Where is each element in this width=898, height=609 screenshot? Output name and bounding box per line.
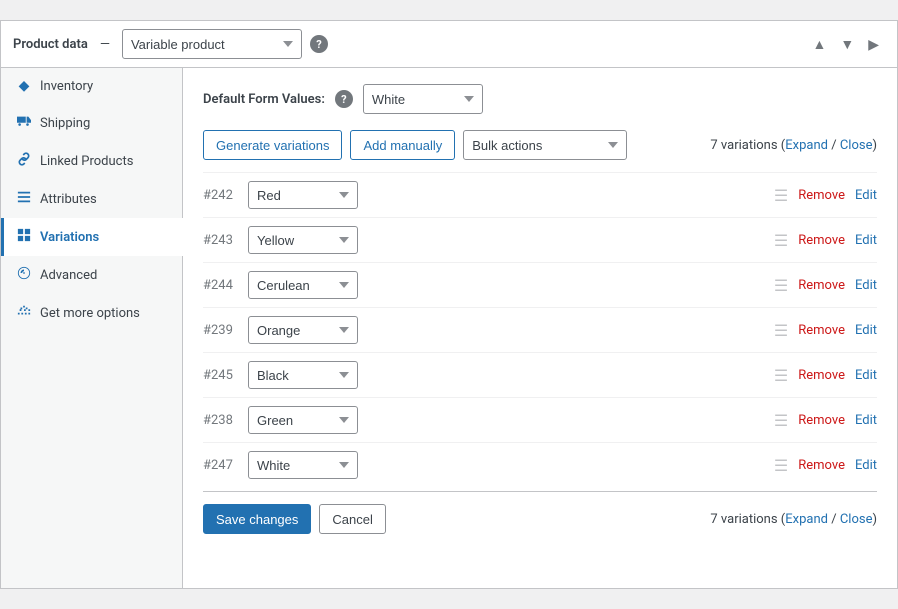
- default-form-select[interactable]: White Any Color Red Yellow Cerulean Oran…: [363, 84, 483, 114]
- variation-id: #245: [203, 368, 238, 383]
- inventory-icon: ◆: [16, 78, 32, 94]
- edit-variation-link[interactable]: Edit: [855, 233, 877, 248]
- drag-handle-icon[interactable]: ☰: [774, 231, 788, 250]
- variation-id: #239: [203, 323, 238, 338]
- variation-color-select[interactable]: Any ColorRedYellowCeruleanOrangeBlackGre…: [248, 361, 358, 389]
- cancel-button[interactable]: Cancel: [319, 504, 385, 534]
- drag-handle-icon[interactable]: ☰: [774, 276, 788, 295]
- drag-handle-icon[interactable]: ☰: [774, 411, 788, 430]
- sidebar-item-label: Shipping: [40, 116, 90, 131]
- default-form-label: Default Form Values:: [203, 92, 325, 107]
- remove-variation-link[interactable]: Remove: [798, 368, 845, 383]
- remove-variation-link[interactable]: Remove: [798, 278, 845, 293]
- variation-color-select[interactable]: Any ColorRedYellowCeruleanOrangeBlackGre…: [248, 451, 358, 479]
- drag-handle-icon[interactable]: ☰: [774, 186, 788, 205]
- drag-handle-icon[interactable]: ☰: [774, 321, 788, 340]
- edit-variation-link[interactable]: Edit: [855, 188, 877, 203]
- sidebar-item-linked-products[interactable]: Linked Products: [1, 142, 182, 180]
- footer-close-link[interactable]: Close: [840, 512, 873, 527]
- bulk-actions-select[interactable]: Bulk actions Delete all variations Set r…: [463, 130, 627, 160]
- table-row: #244 Any ColorRedYellowCeruleanOrangeBlac…: [203, 262, 877, 307]
- edit-variation-link[interactable]: Edit: [855, 458, 877, 473]
- get-more-options-icon: [16, 304, 32, 322]
- product-data-body: ◆ Inventory Shipping Linked Products At: [1, 68, 897, 588]
- variation-color-select[interactable]: Any ColorRedYellowCeruleanOrangeBlackGre…: [248, 226, 358, 254]
- drag-handle-icon[interactable]: ☰: [774, 456, 788, 475]
- variation-color-select[interactable]: Any ColorRedYellowCeruleanOrangeBlackGre…: [248, 406, 358, 434]
- variation-id: #243: [203, 233, 238, 248]
- variations-count: 7 variations (Expand / Close): [710, 138, 877, 153]
- variation-color-select[interactable]: Any ColorRedYellowCeruleanOrangeBlackGre…: [248, 181, 358, 209]
- sidebar-item-label: Attributes: [40, 192, 97, 207]
- attributes-icon: [16, 190, 32, 208]
- close-link[interactable]: Close: [840, 138, 873, 153]
- variation-id: #242: [203, 188, 238, 203]
- remove-variation-link[interactable]: Remove: [798, 413, 845, 428]
- variation-id: #238: [203, 413, 238, 428]
- variations-icon: [16, 228, 32, 246]
- default-form-row: Default Form Values: ? White Any Color R…: [203, 84, 877, 114]
- actions-row: Generate variations Add manually Bulk ac…: [203, 130, 877, 160]
- remove-variation-link[interactable]: Remove: [798, 188, 845, 203]
- table-row: #243 Any ColorRedYellowCeruleanOrangeBlac…: [203, 217, 877, 262]
- remove-variation-link[interactable]: Remove: [798, 233, 845, 248]
- sidebar-item-label: Inventory: [40, 79, 93, 94]
- product-data-title: Product data: [13, 37, 88, 52]
- add-manually-button[interactable]: Add manually: [350, 130, 455, 160]
- sidebar-item-attributes[interactable]: Attributes: [1, 180, 182, 218]
- edit-variation-link[interactable]: Edit: [855, 413, 877, 428]
- edit-variation-link[interactable]: Edit: [855, 323, 877, 338]
- table-row: #247 Any ColorRedYellowCeruleanOrangeBlac…: [203, 442, 877, 487]
- variation-id: #247: [203, 458, 238, 473]
- save-changes-button[interactable]: Save changes: [203, 504, 311, 534]
- remove-variation-link[interactable]: Remove: [798, 458, 845, 473]
- main-content: Default Form Values: ? White Any Color R…: [183, 68, 897, 588]
- remove-variation-link[interactable]: Remove: [798, 323, 845, 338]
- variation-list: #242 Any ColorRedYellowCeruleanOrangeBlac…: [203, 172, 877, 487]
- sidebar-item-get-more-options[interactable]: Get more options: [1, 294, 182, 332]
- footer-expand-link[interactable]: Expand: [785, 512, 828, 527]
- expand-link[interactable]: Expand: [785, 138, 828, 153]
- sidebar-item-label: Linked Products: [40, 154, 133, 169]
- sidebar-item-shipping[interactable]: Shipping: [1, 104, 182, 142]
- sidebar-item-advanced[interactable]: Advanced: [1, 256, 182, 294]
- sidebar-item-inventory[interactable]: ◆ Inventory: [1, 68, 182, 104]
- arrow-right-button[interactable]: ▶: [862, 32, 885, 57]
- generate-variations-button[interactable]: Generate variations: [203, 130, 342, 160]
- edit-variation-link[interactable]: Edit: [855, 368, 877, 383]
- arrow-down-button[interactable]: ▼: [834, 32, 860, 57]
- variation-id: #244: [203, 278, 238, 293]
- header-arrows: ▲ ▼ ▶: [807, 32, 886, 57]
- advanced-icon: [16, 266, 32, 284]
- variation-color-select[interactable]: Any ColorRedYellowCeruleanOrangeBlackGre…: [248, 271, 358, 299]
- help-icon[interactable]: ?: [310, 35, 328, 53]
- arrow-up-button[interactable]: ▲: [807, 32, 833, 57]
- table-row: #245 Any ColorRedYellowCeruleanOrangeBlac…: [203, 352, 877, 397]
- sidebar-item-label: Get more options: [40, 306, 140, 321]
- variation-color-select[interactable]: Any ColorRedYellowCeruleanOrangeBlackGre…: [248, 316, 358, 344]
- table-row: #238 Any ColorRedYellowCeruleanOrangeBlac…: [203, 397, 877, 442]
- table-row: #242 Any ColorRedYellowCeruleanOrangeBlac…: [203, 172, 877, 217]
- default-form-help-icon[interactable]: ?: [335, 90, 353, 108]
- footer-row: Save changes Cancel 7 variations (Expand…: [203, 491, 877, 534]
- header-dash: —: [100, 37, 110, 52]
- sidebar-item-label: Advanced: [40, 268, 97, 283]
- sidebar-item-label: Variations: [40, 230, 99, 245]
- sidebar: ◆ Inventory Shipping Linked Products At: [1, 68, 183, 588]
- shipping-icon: [16, 114, 32, 132]
- sidebar-item-variations[interactable]: Variations: [1, 218, 183, 256]
- product-data-header: Product data — Variable product Simple p…: [1, 21, 897, 68]
- edit-variation-link[interactable]: Edit: [855, 278, 877, 293]
- table-row: #239 Any ColorRedYellowCeruleanOrangeBlac…: [203, 307, 877, 352]
- drag-handle-icon[interactable]: ☰: [774, 366, 788, 385]
- footer-variations-count: 7 variations (Expand / Close): [710, 512, 877, 527]
- product-type-select[interactable]: Variable product Simple product Grouped …: [122, 29, 302, 59]
- linked-products-icon: [16, 152, 32, 170]
